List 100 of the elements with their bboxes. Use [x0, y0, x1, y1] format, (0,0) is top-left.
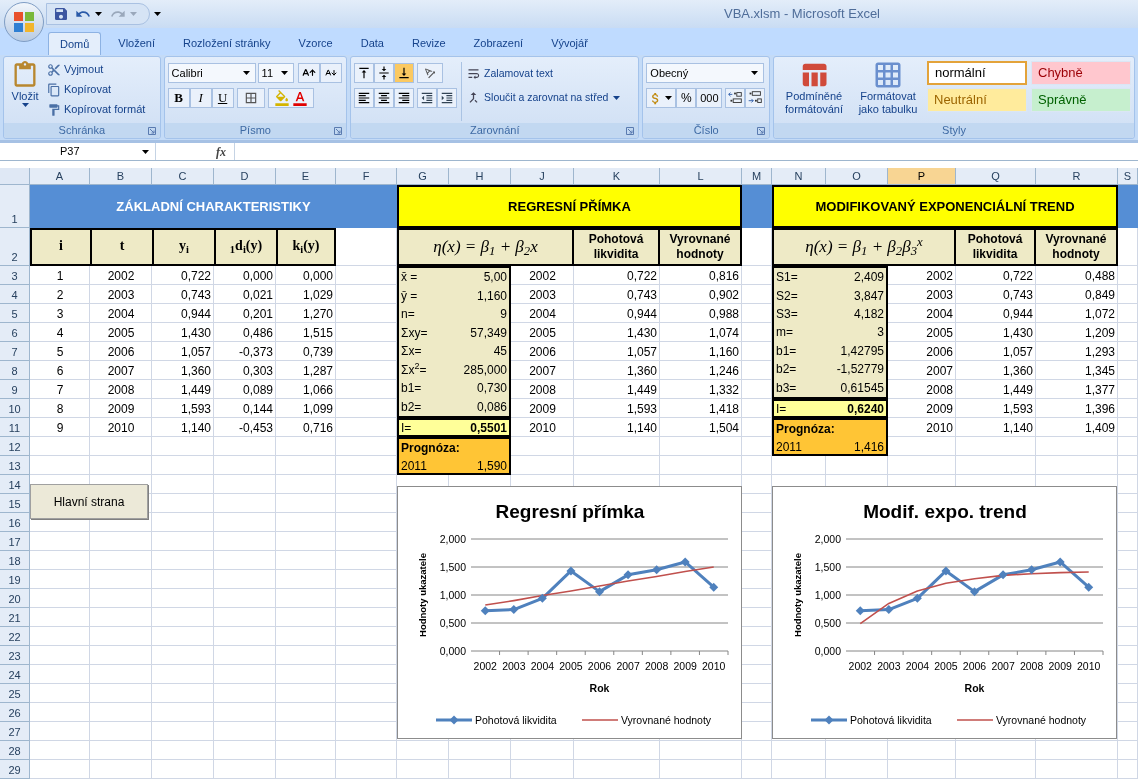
clipboard-action[interactable]: Kopírovat: [47, 80, 146, 99]
vertical-align-icon[interactable]: [354, 63, 375, 83]
row-header[interactable]: 12: [0, 437, 30, 456]
column-header[interactable]: B: [90, 168, 152, 185]
cell-style-option[interactable]: Chybně: [1031, 61, 1131, 85]
row-header[interactable]: 2: [0, 228, 30, 266]
ribbon-tab[interactable]: Vývojář: [540, 32, 599, 55]
row-header[interactable]: 27: [0, 722, 30, 741]
row-header[interactable]: 28: [0, 741, 30, 760]
column-header[interactable]: P: [888, 168, 956, 185]
fill-color-icon[interactable]: [273, 90, 290, 106]
row-header[interactable]: 22: [0, 627, 30, 646]
column-header[interactable]: K: [574, 168, 660, 185]
row-header[interactable]: 24: [0, 665, 30, 684]
row-header[interactable]: 5: [0, 304, 30, 323]
row-header[interactable]: 11: [0, 418, 30, 437]
row-header[interactable]: 20: [0, 589, 30, 608]
cell-style-option[interactable]: normální: [927, 61, 1027, 85]
row-header[interactable]: 4: [0, 285, 30, 304]
clipboard-action[interactable]: Vyjmout: [47, 60, 146, 79]
row-header[interactable]: 7: [0, 342, 30, 361]
ribbon-tab[interactable]: Zobrazení: [462, 32, 535, 55]
row-header[interactable]: 18: [0, 551, 30, 570]
row-header[interactable]: 10: [0, 399, 30, 418]
column-header[interactable]: F: [336, 168, 397, 185]
ribbon-tab[interactable]: Data: [349, 32, 395, 55]
ribbon-tab[interactable]: Revize: [401, 32, 457, 55]
save-icon[interactable]: [53, 6, 69, 22]
column-header[interactable]: S: [1118, 168, 1138, 185]
row-header[interactable]: 26: [0, 703, 30, 722]
orientation-icon[interactable]: [417, 63, 444, 83]
function-label[interactable]: fx: [216, 142, 234, 161]
shrink-font-icon[interactable]: [319, 63, 342, 83]
decrease-decimal-icon[interactable]: [745, 88, 766, 108]
ribbon-tab[interactable]: Vzorce: [287, 32, 344, 55]
text-style-button[interactable]: I: [189, 88, 212, 108]
text-style-button[interactable]: B: [167, 88, 190, 108]
font-size-field[interactable]: 11: [257, 63, 294, 83]
text-style-button[interactable]: U: [211, 88, 234, 108]
increase-decimal-icon[interactable]: [725, 88, 746, 108]
row-header[interactable]: 25: [0, 684, 30, 703]
vertical-align-icon[interactable]: [374, 63, 395, 83]
borders-icon[interactable]: [243, 91, 258, 105]
column-header[interactable]: E: [276, 168, 336, 185]
column-header[interactable]: R: [1036, 168, 1118, 185]
ribbon-tab[interactable]: Vložení: [107, 32, 167, 55]
column-header[interactable]: J: [511, 168, 574, 185]
row-header[interactable]: 3: [0, 266, 30, 285]
dialog-launcher-icon[interactable]: [626, 127, 635, 135]
row-header[interactable]: 16: [0, 513, 30, 532]
merge-center-button[interactable]: Sloučit a zarovnat na střed: [466, 88, 623, 107]
thousands-button[interactable]: 000: [696, 88, 723, 108]
row-header[interactable]: 19: [0, 570, 30, 589]
cell-style-option[interactable]: Správně: [1031, 88, 1131, 112]
dialog-launcher-icon[interactable]: [147, 127, 156, 135]
column-header[interactable]: D: [214, 168, 276, 185]
clipboard-action[interactable]: Kopírovat formát: [47, 100, 146, 119]
wrap-text-button[interactable]: Zalamovat text: [466, 64, 623, 83]
cell-style-option[interactable]: Neutrální: [927, 88, 1027, 112]
row-header[interactable]: 8: [0, 361, 30, 380]
row-header[interactable]: 9: [0, 380, 30, 399]
align-left-icon[interactable]: [354, 88, 375, 108]
grow-font-icon[interactable]: [297, 63, 320, 83]
conditional-formatting-button[interactable]: Podmíněné formátování: [777, 60, 851, 123]
column-header[interactable]: A: [30, 168, 90, 185]
column-header[interactable]: L: [660, 168, 742, 185]
align-center-icon[interactable]: [374, 88, 395, 108]
row-header[interactable]: 23: [0, 646, 30, 665]
vertical-align-icon[interactable]: [394, 63, 415, 83]
row-header[interactable]: 21: [0, 608, 30, 627]
percent-button[interactable]: %: [676, 88, 697, 108]
number-format-field[interactable]: Obecný: [646, 63, 765, 83]
decrease-indent-icon[interactable]: [417, 88, 438, 108]
column-header[interactable]: Q: [956, 168, 1036, 185]
column-header[interactable]: N: [772, 168, 826, 185]
row-header[interactable]: 1: [0, 185, 30, 228]
main-page-button[interactable]: Hlavní strana: [30, 484, 148, 519]
column-header[interactable]: G: [397, 168, 449, 185]
row-header[interactable]: 15: [0, 494, 30, 513]
paste-button[interactable]: Vložit: [7, 60, 43, 123]
row-header[interactable]: 29: [0, 760, 30, 779]
row-header[interactable]: 6: [0, 323, 30, 342]
ribbon-tab[interactable]: Domů: [48, 32, 102, 55]
format-as-table-button[interactable]: Formátovat jako tabulku: [851, 60, 925, 123]
column-header[interactable]: C: [152, 168, 214, 185]
column-header[interactable]: H: [449, 168, 511, 185]
increase-indent-icon[interactable]: [437, 88, 458, 108]
legend-label: Pohotová likvidita: [475, 714, 557, 726]
column-header[interactable]: M: [742, 168, 772, 185]
row-header[interactable]: 13: [0, 456, 30, 475]
font-color-icon[interactable]: [291, 90, 308, 106]
name-box[interactable]: P37: [56, 143, 156, 160]
dialog-launcher-icon[interactable]: [334, 127, 343, 135]
align-right-icon[interactable]: [394, 88, 415, 108]
row-header[interactable]: 14: [0, 475, 30, 494]
dialog-launcher-icon[interactable]: [757, 127, 765, 135]
column-header[interactable]: O: [826, 168, 888, 185]
ribbon-tab[interactable]: Rozložení stránky: [172, 32, 282, 55]
font-name-field[interactable]: Calibri: [167, 63, 256, 83]
row-header[interactable]: 17: [0, 532, 30, 551]
